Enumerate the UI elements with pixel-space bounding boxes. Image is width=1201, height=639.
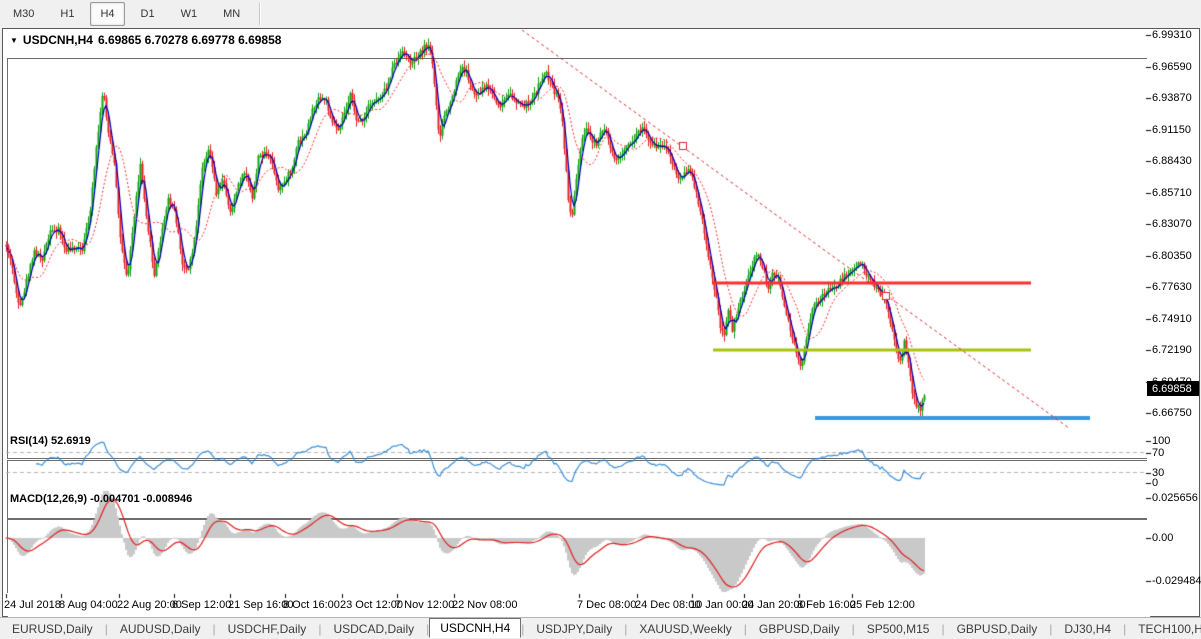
chart-symbol-timeframe: USDCNH,H4 xyxy=(22,33,93,47)
price-axis-label: 6.83070 xyxy=(1152,218,1192,230)
macd-axis-label: 0.00 xyxy=(1152,532,1174,544)
rsi-axis-label: 70 xyxy=(1152,447,1165,459)
price-axis-label: 6.74910 xyxy=(1152,313,1192,325)
date-axis-label: 7 Nov 12:00 xyxy=(395,599,455,611)
price-axis-label: 6.66750 xyxy=(1152,407,1192,419)
price-axis-label: 6.80350 xyxy=(1152,250,1192,262)
date-axis-label: 25 Feb 12:00 xyxy=(850,599,915,611)
macd-axis-label: 0.025656 xyxy=(1152,492,1198,504)
date-axis-label: 8 Aug 04:00 xyxy=(59,599,118,611)
tab-xauusd-weekly[interactable]: XAUUSD,Weekly xyxy=(627,620,743,638)
tab-dj30-h4[interactable]: DJ30,H4 xyxy=(1052,620,1123,638)
chevron-down-icon[interactable]: ▼ xyxy=(10,36,18,45)
price-axis-label: 6.77630 xyxy=(1152,281,1192,293)
date-axis-label: 23 Oct 12:00 xyxy=(340,599,403,611)
chart-ohlc-values: 6.69865 6.70278 6.69778 6.69858 xyxy=(97,33,282,47)
tab-usdjpy-daily[interactable]: USDJPY,Daily xyxy=(524,620,624,638)
date-axis-label: 7 Dec 08:00 xyxy=(577,599,637,611)
price-axis-label: 6.96590 xyxy=(1152,61,1192,73)
price-axis-label: 6.93870 xyxy=(1152,92,1192,104)
tab-usdcad-daily[interactable]: USDCAD,Daily xyxy=(321,620,426,638)
tab-gbpusd-daily[interactable]: GBPUSD,Daily xyxy=(747,620,852,638)
price-axis-label: 6.88430 xyxy=(1152,155,1192,167)
price-axis-label: 6.91150 xyxy=(1152,124,1191,136)
tab-tech100-h1[interactable]: TECH100,H1 xyxy=(1126,620,1201,638)
date-axis-label: 6 Sep 12:00 xyxy=(172,599,232,611)
symbol-tab-bar: EURUSD,Daily | AUDUSD,Daily | USDCHF,Daily | U… xyxy=(0,617,1201,639)
tab-gbpusd-daily[interactable]: GBPUSD,Daily xyxy=(945,620,1050,638)
price-axis-label: 6.72190 xyxy=(1152,344,1192,356)
tab-audusd-daily[interactable]: AUDUSD,Daily xyxy=(108,620,213,638)
tab-usdcnh-h4[interactable]: USDCNH,H4 xyxy=(429,618,522,638)
rsi-axis-label: 0 xyxy=(1152,477,1159,489)
rsi-name: RSI(14) xyxy=(10,435,48,447)
chart-title: ▼ USDCNH,H4 6.69865 6.70278 6.69778 6.69… xyxy=(10,33,281,47)
price-axis-label: 6.85710 xyxy=(1152,187,1192,199)
price-axis-label: 6.99310 xyxy=(1152,29,1192,41)
chart-canvas[interactable] xyxy=(0,0,1201,639)
date-axis-label: 8 Feb 16:00 xyxy=(797,599,856,611)
date-axis-label: 8 Oct 16:00 xyxy=(283,599,340,611)
macd-label: MACD(12,26,9) -0.004701 -0.008946 xyxy=(10,493,192,505)
tab-sp500-m15[interactable]: SP500,M15 xyxy=(855,620,942,638)
macd-name: MACD(12,26,9) xyxy=(10,493,88,505)
rsi-label: RSI(14) 52.6919 xyxy=(10,435,91,447)
rsi-axis-label: 100 xyxy=(1152,435,1171,447)
macd-axis-label: -0.029484 xyxy=(1152,575,1201,587)
date-axis-label: 24 Jul 2018 xyxy=(4,599,61,611)
macd-values: -0.004701 -0.008946 xyxy=(90,493,193,505)
tab-eurusd-daily[interactable]: EURUSD,Daily xyxy=(0,620,105,638)
rsi-value: 52.6919 xyxy=(50,435,91,447)
current-price-tag: 6.69858 xyxy=(1147,381,1199,396)
mt4-application: M30H1H4D1W1MN ▼ USDCNH,H4 6.69865 6.7027… xyxy=(0,0,1201,639)
date-axis-label: 22 Nov 08:00 xyxy=(452,599,518,611)
tab-usdchf-daily[interactable]: USDCHF,Daily xyxy=(216,620,319,638)
